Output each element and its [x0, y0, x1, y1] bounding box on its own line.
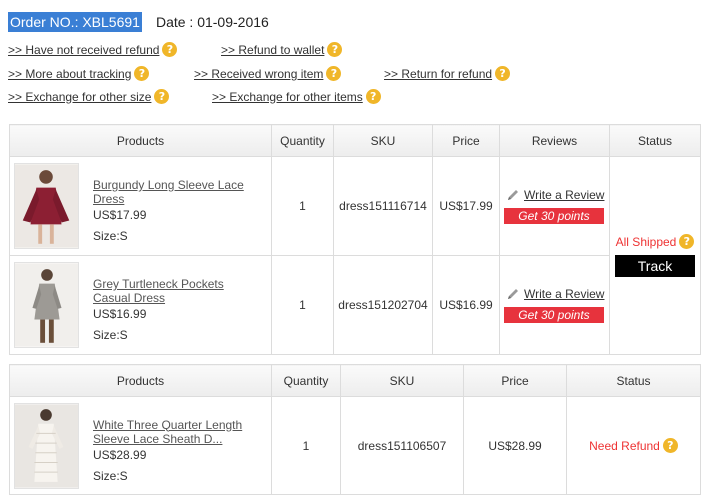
sku-cell: dress151202704: [333, 255, 433, 355]
write-review-label[interactable]: Write a Review: [524, 188, 604, 202]
product-photo: [15, 263, 78, 347]
product-price: US$28.99: [93, 447, 147, 462]
link-exchange-other-size[interactable]: >> Exchange for other size ?: [8, 89, 170, 104]
header-products: Products: [9, 124, 272, 157]
status-label: Need Refund ?: [567, 438, 700, 453]
pencil-icon: [508, 190, 518, 200]
quantity-cell: 1: [271, 156, 334, 256]
link-return-for-refund[interactable]: >> Return for refund ?: [384, 66, 511, 81]
question-circle-icon[interactable]: ?: [327, 42, 343, 57]
header-reviews: Reviews: [499, 124, 610, 157]
order-number: Order NO.: XBL5691: [8, 12, 142, 32]
header-price: Price: [463, 364, 567, 397]
link-more-about-tracking[interactable]: >> More about tracking ?: [8, 66, 150, 81]
pencil-icon: [508, 289, 518, 299]
order-date: Date : 01-09-2016: [155, 14, 269, 30]
write-review-link[interactable]: Write a Review: [506, 188, 605, 202]
review-cell: Write a Review Get 30 points: [499, 255, 610, 355]
product-size: Size:S: [93, 328, 128, 342]
table-header-row: Products Quantity SKU Price Status: [9, 364, 701, 397]
sku-cell: dress151116714: [333, 156, 433, 256]
question-circle-icon[interactable]: ?: [679, 234, 695, 249]
link-refund-to-wallet[interactable]: >> Refund to wallet ?: [221, 42, 343, 57]
header-sku: SKU: [333, 124, 433, 157]
product-cell: Burgundy Long Sleeve Lace Dress US$17.99…: [9, 156, 272, 256]
link-label[interactable]: >> Received wrong item: [194, 67, 323, 81]
header-price: Price: [432, 124, 500, 157]
refund-items-table: Products Quantity SKU Price Status White…: [9, 364, 701, 495]
write-review-link[interactable]: Write a Review: [506, 287, 605, 301]
product-image[interactable]: [14, 163, 79, 249]
track-button[interactable]: Track: [615, 255, 695, 277]
product-cell: White Three Quarter Length Sleeve Lace S…: [9, 396, 272, 495]
product-size: Size:S: [93, 229, 128, 243]
header-status: Status: [566, 364, 701, 397]
question-circle-icon[interactable]: ?: [162, 42, 178, 57]
order-header: Order NO.: XBL5691 Date : 01-09-2016: [8, 12, 269, 32]
review-cell: Write a Review Get 30 points: [499, 156, 610, 256]
link-received-wrong-item[interactable]: >> Received wrong item ?: [194, 66, 342, 81]
table-row: Grey Turtleneck Pockets Casual Dress US$…: [9, 255, 701, 355]
question-circle-icon[interactable]: ?: [326, 66, 342, 81]
product-price: US$16.99: [93, 307, 147, 321]
header-quantity: Quantity: [271, 124, 334, 157]
question-circle-icon[interactable]: ?: [662, 438, 678, 453]
product-name-link[interactable]: White Three Quarter Length Sleeve Lace S…: [93, 418, 263, 446]
write-review-label[interactable]: Write a Review: [524, 287, 604, 301]
table-row: White Three Quarter Length Sleeve Lace S…: [9, 396, 701, 495]
product-size: Size:S: [93, 468, 128, 483]
refund-status-cell: Need Refund ?: [566, 396, 701, 495]
sku-cell: dress151106507: [340, 396, 464, 495]
link-label[interactable]: >> Exchange for other items: [212, 90, 363, 104]
link-not-received-refund[interactable]: >> Have not received refund ?: [8, 42, 178, 57]
get-points-button[interactable]: Get 30 points: [504, 307, 604, 323]
table-row: Burgundy Long Sleeve Lace Dress US$17.99…: [9, 156, 701, 355]
shipped-items-table: Products Quantity SKU Price Reviews Stat…: [9, 124, 701, 355]
header-products: Products: [9, 364, 272, 397]
question-circle-icon[interactable]: ?: [365, 89, 381, 104]
question-circle-icon[interactable]: ?: [134, 66, 150, 81]
link-label[interactable]: >> Have not received refund: [8, 43, 159, 57]
link-label[interactable]: >> Return for refund: [384, 67, 492, 81]
header-status: Status: [609, 124, 701, 157]
price-cell: US$17.99: [432, 156, 500, 256]
product-photo: [15, 403, 78, 488]
product-image[interactable]: [14, 262, 79, 348]
help-links-row-3: >> Exchange for other size ? >> Exchange…: [8, 89, 698, 107]
table-header-row: Products Quantity SKU Price Reviews Stat…: [9, 124, 701, 157]
product-cell: Grey Turtleneck Pockets Casual Dress US$…: [9, 255, 272, 355]
header-sku: SKU: [340, 364, 464, 397]
quantity-cell: 1: [271, 396, 341, 495]
price-cell: US$16.99: [432, 255, 500, 355]
header-quantity: Quantity: [271, 364, 341, 397]
help-links-row-2: >> More about tracking ? >> Received wro…: [8, 66, 698, 84]
help-links-row-1: >> Have not received refund ? >> Refund …: [8, 42, 698, 60]
question-circle-icon[interactable]: ?: [154, 89, 170, 104]
get-points-button[interactable]: Get 30 points: [504, 208, 604, 224]
link-exchange-other-items[interactable]: >> Exchange for other items ?: [212, 89, 381, 104]
link-label[interactable]: >> More about tracking: [8, 67, 131, 81]
product-price: US$17.99: [93, 208, 147, 222]
question-circle-icon[interactable]: ?: [495, 66, 511, 81]
status-text: Need Refund: [589, 438, 660, 453]
shipment-status-cell: All Shipped ? Track: [609, 156, 701, 355]
status-text: All Shipped: [615, 234, 677, 249]
quantity-cell: 1: [271, 255, 334, 355]
link-label[interactable]: >> Refund to wallet: [221, 43, 324, 57]
product-name-link[interactable]: Burgundy Long Sleeve Lace Dress: [93, 178, 263, 206]
product-image[interactable]: [14, 402, 79, 489]
product-name-link[interactable]: Grey Turtleneck Pockets Casual Dress: [93, 277, 263, 305]
status-label: All Shipped ?: [610, 234, 700, 249]
price-cell: US$28.99: [463, 396, 567, 495]
product-photo: [15, 164, 78, 248]
link-label[interactable]: >> Exchange for other size: [8, 90, 151, 104]
